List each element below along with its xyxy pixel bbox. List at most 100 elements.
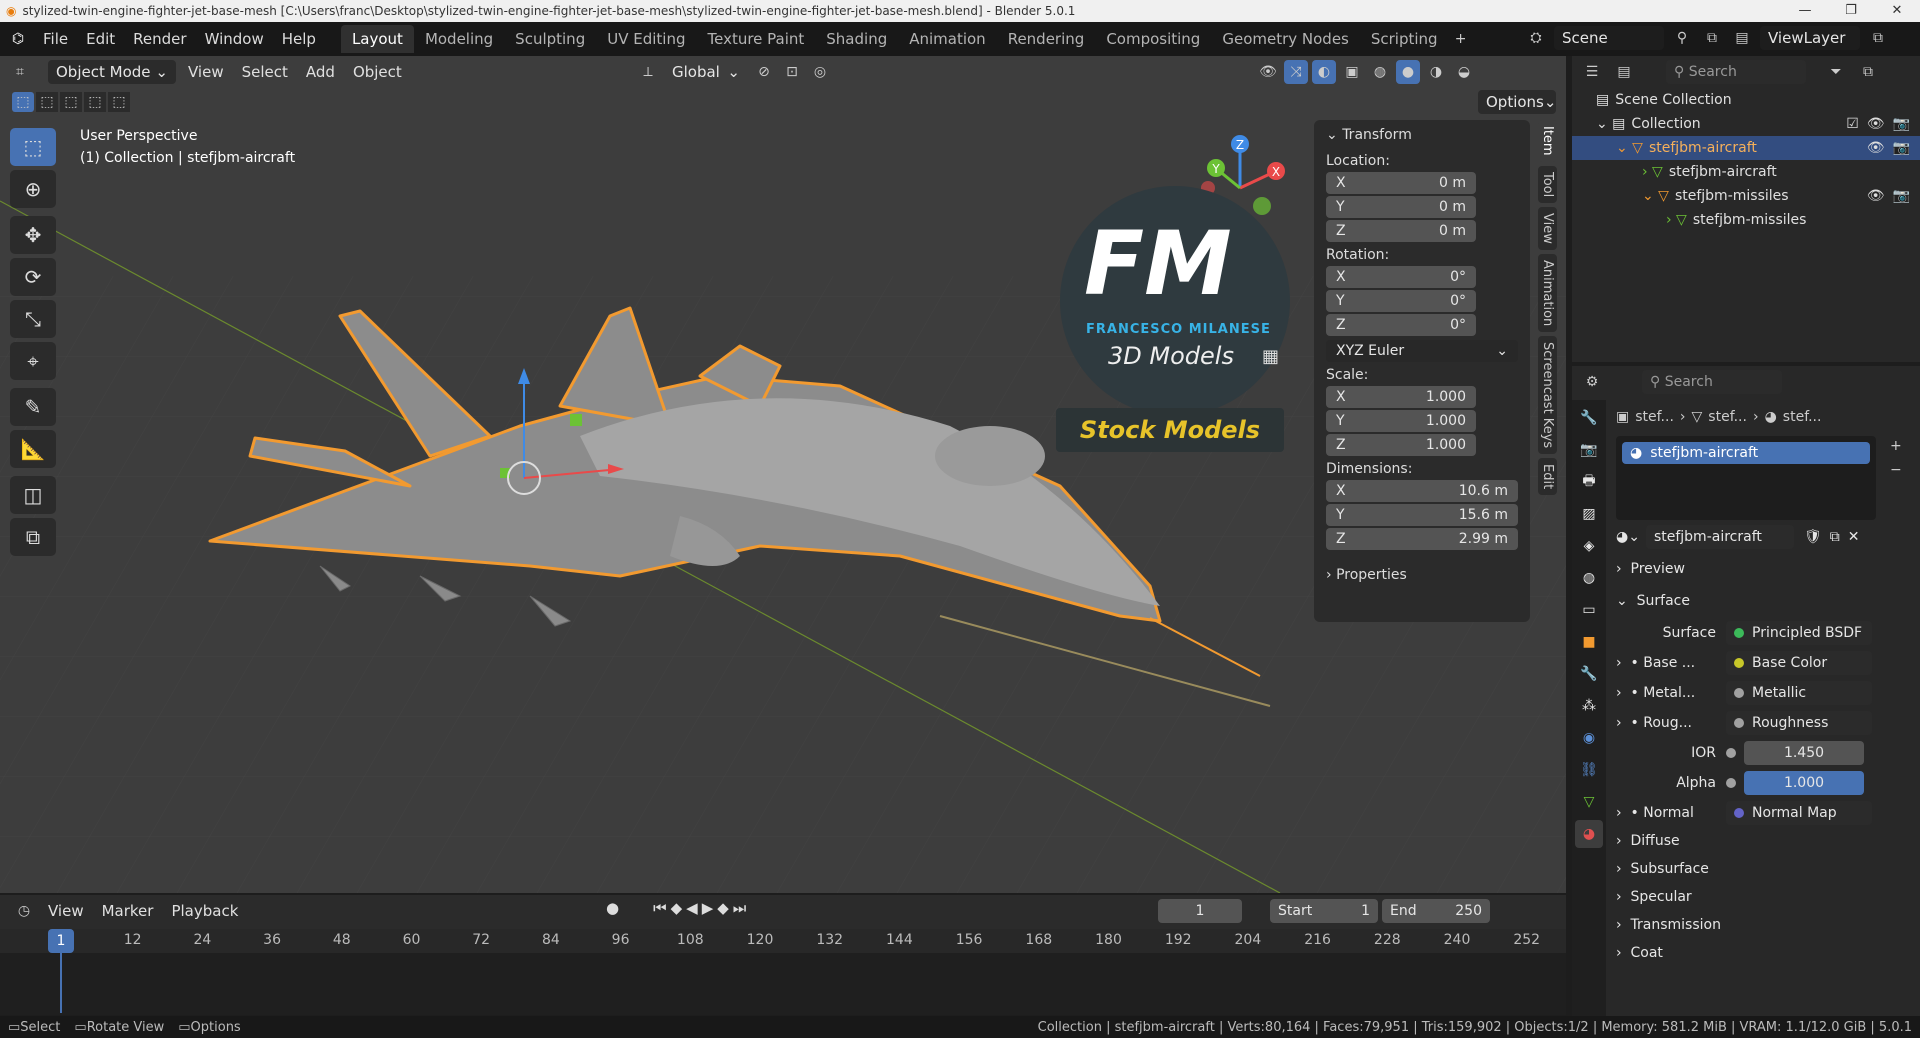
modifier-tab-icon[interactable]: 🔧 <box>1575 660 1603 688</box>
output-tab-icon[interactable]: 🖶 <box>1575 468 1603 496</box>
timeline-editor-icon[interactable]: ◷ <box>12 899 36 923</box>
tab-shading[interactable]: Shading <box>815 25 898 53</box>
select-intersect-icon[interactable]: ⬚ <box>108 92 130 112</box>
add-slot-icon[interactable]: + <box>1890 438 1902 454</box>
viewlayer-field[interactable]: ViewLayer <box>1760 26 1860 50</box>
unlink-material-icon[interactable]: ✕ <box>1848 529 1860 545</box>
pin-icon[interactable]: ⚲ <box>1670 26 1694 50</box>
outliner-scene-collection[interactable]: ▤ Scene Collection <box>1572 88 1920 112</box>
dimensions-y-field[interactable]: Y 15.6 m <box>1326 504 1518 526</box>
outliner-item-missiles[interactable]: ⌄ ▽ stefjbm-missiles 👁 📷 <box>1572 184 1920 208</box>
scale-z-field[interactable]: Z 1.000 <box>1326 434 1476 456</box>
timeline-menu-marker[interactable]: Marker <box>96 902 160 920</box>
rotate-tool-icon[interactable]: ⟳ <box>10 258 56 296</box>
scene-icon[interactable]: ⛭ <box>1524 26 1548 50</box>
scale-tool-icon[interactable]: ⤡ <box>10 300 56 338</box>
menu-file[interactable]: File <box>34 26 77 52</box>
camera-icon[interactable]: 📷 <box>1893 140 1910 156</box>
gizmo-toggle-icon[interactable]: ⤨ <box>1284 60 1308 84</box>
material-tab-icon[interactable]: ◕ <box>1575 820 1603 848</box>
view-layer-tab-icon[interactable]: ▨ <box>1575 500 1603 528</box>
prev-keyframe-icon[interactable]: ◆ <box>671 899 683 917</box>
wireframe-shading-icon[interactable]: ◍ <box>1368 60 1392 84</box>
maximize-icon[interactable]: ❐ <box>1828 0 1874 22</box>
new-viewlayer-icon[interactable]: ⧉ <box>1866 26 1890 50</box>
grid-view-icon[interactable]: ▦ <box>1262 346 1279 367</box>
material-shading-icon[interactable]: ◑ <box>1424 60 1448 84</box>
scene-tab-icon[interactable]: ◈ <box>1575 532 1603 560</box>
viewport-3d[interactable]: ⌗ Object Mode ⌄ View Select Add Object ⟂ … <box>0 56 1566 893</box>
eye-icon[interactable]: 👁 <box>1867 116 1885 132</box>
jump-start-icon[interactable]: ⏮ <box>653 899 667 917</box>
tab-layout[interactable]: Layout <box>340 25 414 53</box>
object-tab-icon[interactable]: ■ <box>1575 628 1603 656</box>
annotate-tool-icon[interactable]: ✎ <box>10 388 56 426</box>
add-workspace-icon[interactable]: + <box>1449 27 1473 51</box>
play-icon[interactable]: ▶ <box>702 899 714 917</box>
timeline-menu-view[interactable]: View <box>42 902 90 920</box>
surface-shader-field[interactable]: Principled BSDF <box>1726 621 1872 645</box>
tool-tab-icon[interactable]: 🔧 <box>1575 404 1603 432</box>
autokey-icon[interactable]: ● <box>606 899 619 917</box>
collection-tab-icon[interactable]: ▭ <box>1575 596 1603 624</box>
tab-sculpting[interactable]: Sculpting <box>504 25 596 53</box>
base-color-field[interactable]: Base Color <box>1726 651 1872 675</box>
location-z-field[interactable]: Z0 m <box>1326 220 1476 242</box>
tab-scripting[interactable]: Scripting <box>1360 25 1449 53</box>
ior-field[interactable]: 1.450 <box>1744 741 1864 765</box>
start-frame-field[interactable]: Start 1 <box>1270 899 1378 923</box>
tab-animation[interactable]: Animation <box>1538 253 1557 332</box>
display-mode-icon[interactable]: ▤ <box>1612 60 1636 84</box>
roughness-row[interactable]: › • Roug... Roughness <box>1616 710 1916 736</box>
rotation-x-field[interactable]: X 0° <box>1326 266 1476 288</box>
next-keyframe-icon[interactable]: ◆ <box>717 899 729 917</box>
select-box-tool-icon[interactable]: ⬚ <box>10 128 56 166</box>
visibility-icon[interactable]: 👁 <box>1256 60 1280 84</box>
material-slot-item[interactable]: ◕ stefjbm-aircraft <box>1622 442 1870 464</box>
subsurface-section[interactable]: › Subsurface <box>1616 856 1916 882</box>
physics-tab-icon[interactable]: ◉ <box>1575 724 1603 752</box>
metallic-row[interactable]: › • Metal... Metallic <box>1616 680 1916 706</box>
data-tab-icon[interactable]: ▽ <box>1575 788 1603 816</box>
transmission-section[interactable]: › Transmission <box>1616 912 1916 938</box>
outliner-search-input[interactable]: ⚲ Search <box>1666 60 1806 84</box>
overlay-toggle-icon[interactable]: ◐ <box>1312 60 1336 84</box>
surface-section[interactable]: ⌄ Surface <box>1616 588 1916 614</box>
jump-end-icon[interactable]: ⏭ <box>733 899 747 917</box>
editor-type-icon[interactable]: ⌗ <box>8 60 32 84</box>
menu-view[interactable]: View <box>182 63 230 81</box>
new-scene-icon[interactable]: ⧉ <box>1700 26 1724 50</box>
end-frame-field[interactable]: End 250 <box>1382 899 1490 923</box>
location-y-field[interactable]: Y0 m <box>1326 196 1476 218</box>
tab-uv-editing[interactable]: UV Editing <box>596 25 696 53</box>
select-invert-icon[interactable]: ⬚ <box>84 92 106 112</box>
viewlayer-icon[interactable]: ▤ <box>1730 26 1754 50</box>
metallic-field[interactable]: Metallic <box>1726 681 1872 705</box>
particles-tab-icon[interactable]: ⁂ <box>1575 692 1603 720</box>
cursor-tool-icon[interactable]: ⊕ <box>10 170 56 208</box>
add-cube-tool-icon[interactable]: ◫ <box>10 476 56 514</box>
transform-header[interactable]: ⌄ Transform <box>1314 120 1530 150</box>
rotation-y-field[interactable]: Y 0° <box>1326 290 1476 312</box>
render-tab-icon[interactable]: 📷 <box>1575 436 1603 464</box>
menu-select[interactable]: Select <box>236 63 294 81</box>
camera-icon[interactable]: 📷 <box>1893 116 1910 132</box>
mode-dropdown[interactable]: Object Mode ⌄ <box>48 60 176 84</box>
menu-object[interactable]: Object <box>347 63 408 81</box>
options-dropdown[interactable]: Options ⌄ <box>1478 90 1556 114</box>
add-object-tool-icon[interactable]: ⧉ <box>10 518 56 556</box>
minimize-icon[interactable]: — <box>1782 0 1828 22</box>
diffuse-section[interactable]: › Diffuse <box>1616 828 1916 854</box>
outliner-item-aircraft[interactable]: ⌄ ▽ stefjbm-aircraft 👁 📷 <box>1572 136 1920 160</box>
menu-window[interactable]: Window <box>196 26 273 52</box>
snap-icon[interactable]: ⊡ <box>780 60 804 84</box>
filter-icon[interactable]: ⏷ <box>1824 60 1848 84</box>
transform-tool-icon[interactable]: ⌖ <box>10 342 56 380</box>
outliner-editor-icon[interactable]: ☰ <box>1580 60 1604 84</box>
preview-section[interactable]: › Preview <box>1616 556 1916 582</box>
menu-help[interactable]: Help <box>273 26 325 52</box>
outliner-item-missiles-mesh[interactable]: › ▽ stefjbm-missiles <box>1572 208 1920 232</box>
new-collection-icon[interactable]: ⧉ <box>1856 60 1880 84</box>
dimensions-z-field[interactable]: Z 2.99 m <box>1326 528 1518 550</box>
scene-field[interactable]: Scene <box>1554 26 1664 50</box>
